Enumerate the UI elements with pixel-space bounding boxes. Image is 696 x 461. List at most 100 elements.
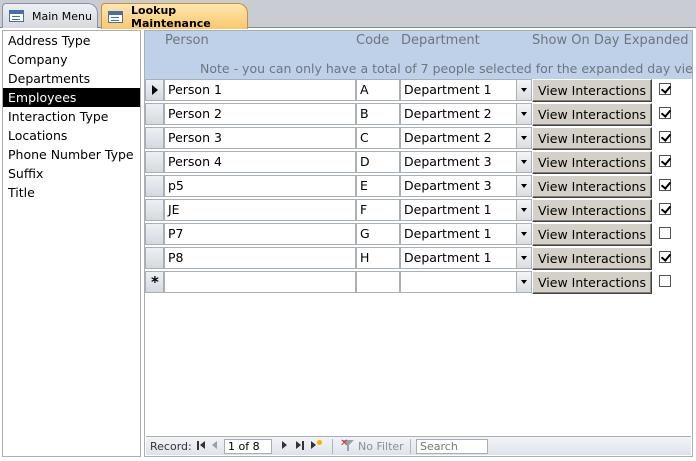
table-row: P8 H Department 1 View Interactions <box>145 247 692 270</box>
code-cell[interactable]: A <box>356 79 400 101</box>
current-record-field[interactable]: 1 of 8 <box>224 439 272 454</box>
lookup-item-phone-number-type[interactable]: Phone Number Type <box>3 145 140 164</box>
new-record-icon[interactable] <box>311 440 322 451</box>
show-on-day-expanded-checkbox[interactable] <box>659 155 671 167</box>
person-cell[interactable]: Person 3 <box>164 127 356 149</box>
view-interactions-button[interactable]: View Interactions <box>532 127 652 150</box>
code-cell[interactable]: B <box>356 103 400 125</box>
lookup-list[interactable]: Address Type Company Departments Employees I… <box>2 30 141 457</box>
show-on-day-expanded-checkbox[interactable] <box>659 107 671 119</box>
person-cell[interactable]: P8 <box>164 247 356 269</box>
department-combo[interactable]: Department 1 <box>400 247 532 269</box>
chevron-down-icon[interactable] <box>516 200 531 220</box>
person-cell[interactable]: Person 4 <box>164 151 356 173</box>
record-selector[interactable] <box>145 79 164 101</box>
column-header-code: Code <box>356 33 390 48</box>
show-on-day-expanded-checkbox[interactable] <box>659 275 671 287</box>
table-row: p5 E Department 3 View Interactions <box>145 175 692 198</box>
chevron-down-icon[interactable] <box>516 224 531 244</box>
last-record-icon[interactable] <box>295 440 305 451</box>
show-on-day-expanded-checkbox[interactable] <box>659 179 671 191</box>
show-on-day-expanded-checkbox[interactable] <box>659 83 671 95</box>
chevron-down-icon[interactable] <box>516 80 531 100</box>
chevron-down-icon[interactable] <box>516 272 531 292</box>
table-row: Person 3 C Department 2 View Interactions <box>145 127 692 150</box>
first-record-icon[interactable] <box>196 440 206 451</box>
view-interactions-button[interactable]: View Interactions <box>532 175 652 198</box>
next-record-icon[interactable] <box>280 440 290 451</box>
view-interactions-button[interactable]: View Interactions <box>532 271 652 294</box>
record-selector[interactable] <box>145 103 164 125</box>
lookup-item-suffix[interactable]: Suffix <box>3 164 140 183</box>
department-combo[interactable] <box>400 271 532 293</box>
chevron-down-icon[interactable] <box>516 176 531 196</box>
record-navigation-bar: Record: 1 of 8 ✕ No Filter <box>146 436 691 455</box>
record-selector[interactable]: * <box>145 271 164 293</box>
department-combo[interactable]: Department 1 <box>400 199 532 221</box>
person-cell[interactable]: p5 <box>164 175 356 197</box>
department-combo[interactable]: Department 2 <box>400 103 532 125</box>
lookup-item-employees[interactable]: Employees <box>3 88 140 107</box>
lookup-item-company[interactable]: Company <box>3 50 140 69</box>
lookup-item-locations[interactable]: Locations <box>3 126 140 145</box>
view-interactions-button[interactable]: View Interactions <box>532 247 652 270</box>
department-combo[interactable]: Department 1 <box>400 223 532 245</box>
code-cell[interactable] <box>356 271 400 293</box>
code-cell[interactable]: E <box>356 175 400 197</box>
new-record-row: * View Interactions <box>145 271 692 294</box>
lookup-item-interaction-type[interactable]: Interaction Type <box>3 107 140 126</box>
lookup-item-title[interactable]: Title <box>3 183 140 202</box>
record-selector[interactable] <box>145 151 164 173</box>
code-cell[interactable]: C <box>356 127 400 149</box>
department-value: Department 3 <box>404 178 492 193</box>
lookup-item-address-type[interactable]: Address Type <box>3 31 140 50</box>
tab-label: Main Menu <box>32 9 92 23</box>
person-cell[interactable]: Person 1 <box>164 79 356 101</box>
person-cell[interactable] <box>164 271 356 293</box>
previous-record-icon[interactable] <box>210 440 220 451</box>
record-selector[interactable] <box>145 247 164 269</box>
person-cell[interactable]: Person 2 <box>164 103 356 125</box>
record-selector[interactable] <box>145 199 164 221</box>
selection-limit-note: Note - you can only have a total of 7 pe… <box>200 61 693 76</box>
tab-label: Lookup Maintenance <box>131 3 211 30</box>
code-cell[interactable]: D <box>356 151 400 173</box>
code-cell[interactable]: F <box>356 199 400 221</box>
employees-datasheet: Person Code Department Show On Day Expan… <box>144 30 693 457</box>
view-interactions-button[interactable]: View Interactions <box>532 79 652 102</box>
view-interactions-button[interactable]: View Interactions <box>532 223 652 246</box>
tab-main-menu[interactable]: Main Menu <box>2 3 98 28</box>
view-interactions-button[interactable]: View Interactions <box>532 151 652 174</box>
code-cell[interactable]: G <box>356 223 400 245</box>
show-on-day-expanded-checkbox[interactable] <box>659 131 671 143</box>
chevron-down-icon[interactable] <box>516 152 531 172</box>
record-selector[interactable] <box>145 175 164 197</box>
no-filter-button[interactable]: No Filter <box>358 440 404 453</box>
show-on-day-expanded-checkbox[interactable] <box>659 251 671 263</box>
view-interactions-button[interactable]: View Interactions <box>532 103 652 126</box>
search-input[interactable] <box>416 439 488 454</box>
lookup-item-departments[interactable]: Departments <box>3 69 140 88</box>
tab-lookup-maintenance[interactable]: Lookup Maintenance <box>101 3 248 30</box>
department-value: Department 1 <box>404 202 492 217</box>
table-row: P7 G Department 1 View Interactions <box>145 223 692 246</box>
record-selector[interactable] <box>145 223 164 245</box>
column-header-show-on-day-expanded: Show On Day Expanded <box>532 33 689 48</box>
department-combo[interactable]: Department 1 <box>400 79 532 101</box>
form-icon <box>108 10 123 23</box>
department-combo[interactable]: Department 3 <box>400 175 532 197</box>
view-interactions-button[interactable]: View Interactions <box>532 199 652 222</box>
chevron-down-icon[interactable] <box>516 104 531 124</box>
code-cell[interactable]: H <box>356 247 400 269</box>
chevron-down-icon[interactable] <box>516 248 531 268</box>
department-value: Department 2 <box>404 130 492 145</box>
department-combo[interactable]: Department 2 <box>400 127 532 149</box>
person-cell[interactable]: JE <box>164 199 356 221</box>
record-selector[interactable] <box>145 127 164 149</box>
show-on-day-expanded-checkbox[interactable] <box>659 203 671 215</box>
show-on-day-expanded-checkbox[interactable] <box>659 227 671 239</box>
department-combo[interactable]: Department 3 <box>400 151 532 173</box>
chevron-down-icon[interactable] <box>516 128 531 148</box>
table-row: Person 4 D Department 3 View Interactions <box>145 151 692 174</box>
person-cell[interactable]: P7 <box>164 223 356 245</box>
